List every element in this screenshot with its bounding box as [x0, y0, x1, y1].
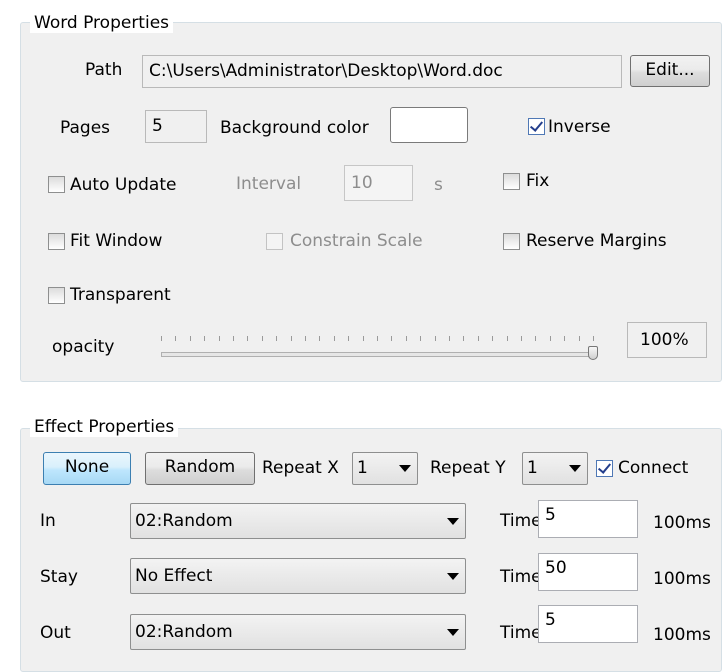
chevron-down-icon [447, 573, 459, 580]
auto-update-checkbox[interactable] [48, 176, 65, 193]
slider-tick [233, 336, 234, 341]
slider-tick [276, 336, 278, 341]
slider-tick [564, 336, 566, 341]
repeat-x-label: Repeat X [262, 458, 339, 478]
reserve-margins-label: Reserve Margins [526, 231, 667, 251]
fix-checkbox[interactable] [503, 173, 520, 190]
slider-tick [290, 336, 292, 341]
slider-tick [405, 336, 407, 341]
interval-unit-label: s [434, 175, 443, 195]
inverse-label: Inverse [548, 117, 611, 137]
slider-tick [420, 336, 422, 341]
constrain-scale-label: Constrain Scale [290, 231, 423, 251]
slider-tick [305, 336, 306, 341]
in-time-field[interactable]: 5 [538, 500, 638, 538]
stay-time-label: Time [500, 567, 542, 587]
pages-field[interactable]: 5 [145, 110, 207, 143]
random-button[interactable]: Random [145, 452, 255, 485]
chevron-down-icon [447, 629, 459, 636]
connect-checkbox[interactable] [596, 460, 613, 477]
out-time-field[interactable]: 5 [538, 605, 638, 643]
pages-label: Pages [60, 118, 111, 138]
slider-tick [377, 336, 378, 341]
slider-tick [593, 336, 594, 341]
connect-label: Connect [618, 458, 689, 478]
slider-tick [261, 336, 263, 341]
path-field[interactable]: C:\Users\Administrator\Desktop\Word.doc [142, 55, 622, 88]
repeat-y-select[interactable]: 1 [522, 452, 588, 485]
slider-tick [161, 336, 162, 341]
opacity-label: opacity [52, 337, 115, 357]
fit-window-checkbox[interactable] [48, 233, 65, 250]
inverse-checkbox[interactable] [528, 118, 545, 135]
in-label: In [40, 511, 56, 531]
chevron-down-icon [569, 465, 581, 472]
word-properties-title: Word Properties [30, 13, 174, 33]
constrain-scale-checkbox[interactable] [266, 233, 283, 250]
chevron-down-icon [447, 518, 459, 525]
in-effect-select[interactable]: 02:Random [130, 503, 466, 539]
slider-tick [348, 336, 350, 341]
background-color-label: Background color [220, 118, 369, 138]
opacity-slider-thumb[interactable] [588, 346, 598, 360]
path-label: Path [85, 60, 123, 80]
chevron-down-icon [399, 465, 411, 472]
slider-tick [333, 336, 335, 341]
opacity-slider-track [161, 352, 595, 357]
slider-tick [549, 336, 551, 341]
repeat-y-value: 1 [527, 458, 538, 478]
none-button[interactable]: None [43, 452, 131, 485]
edit-button[interactable]: Edit... [630, 55, 710, 87]
slider-tick [578, 336, 580, 341]
slider-tick [463, 336, 465, 341]
slider-tick [319, 336, 321, 341]
slider-tick [362, 336, 364, 341]
slider-tick [521, 336, 522, 341]
repeat-x-value: 1 [357, 458, 368, 478]
auto-update-label: Auto Update [70, 175, 177, 195]
background-color-swatch[interactable] [390, 107, 468, 143]
in-time-label: Time [500, 511, 542, 531]
slider-tick [204, 336, 206, 341]
interval-label: Interval [236, 174, 302, 194]
repeat-x-select[interactable]: 1 [352, 452, 418, 485]
slider-tick [492, 336, 494, 341]
slider-tick [477, 336, 479, 341]
stay-effect-value: No Effect [135, 566, 213, 586]
out-unit-label: 100ms [653, 625, 711, 645]
slider-tick [247, 336, 249, 341]
slider-tick [218, 336, 220, 341]
repeat-y-label: Repeat Y [430, 458, 506, 478]
transparent-label: Transparent [70, 285, 171, 305]
slider-tick [175, 336, 177, 341]
out-label: Out [40, 623, 71, 643]
transparent-checkbox[interactable] [48, 287, 65, 304]
interval-field[interactable]: 10 [344, 165, 413, 201]
slider-tick [189, 336, 191, 341]
fit-window-label: Fit Window [70, 231, 163, 251]
effect-properties-title: Effect Properties [30, 417, 179, 437]
opacity-slider[interactable] [155, 322, 605, 362]
stay-label: Stay [40, 567, 78, 587]
slider-tick [506, 336, 508, 341]
fix-label: Fix [526, 171, 550, 191]
slider-tick [449, 336, 450, 341]
opacity-value: 100% [627, 322, 707, 358]
reserve-margins-checkbox[interactable] [503, 233, 520, 250]
stay-time-field[interactable]: 50 [538, 553, 638, 591]
stay-unit-label: 100ms [653, 569, 711, 589]
out-effect-value: 02:Random [135, 622, 233, 642]
in-unit-label: 100ms [653, 513, 711, 533]
slider-tick [434, 336, 436, 341]
slider-tick [391, 336, 393, 341]
out-effect-select[interactable]: 02:Random [130, 614, 466, 650]
out-time-label: Time [500, 623, 542, 643]
stay-effect-select[interactable]: No Effect [130, 558, 466, 594]
slider-tick [535, 336, 537, 341]
in-effect-value: 02:Random [135, 511, 233, 531]
